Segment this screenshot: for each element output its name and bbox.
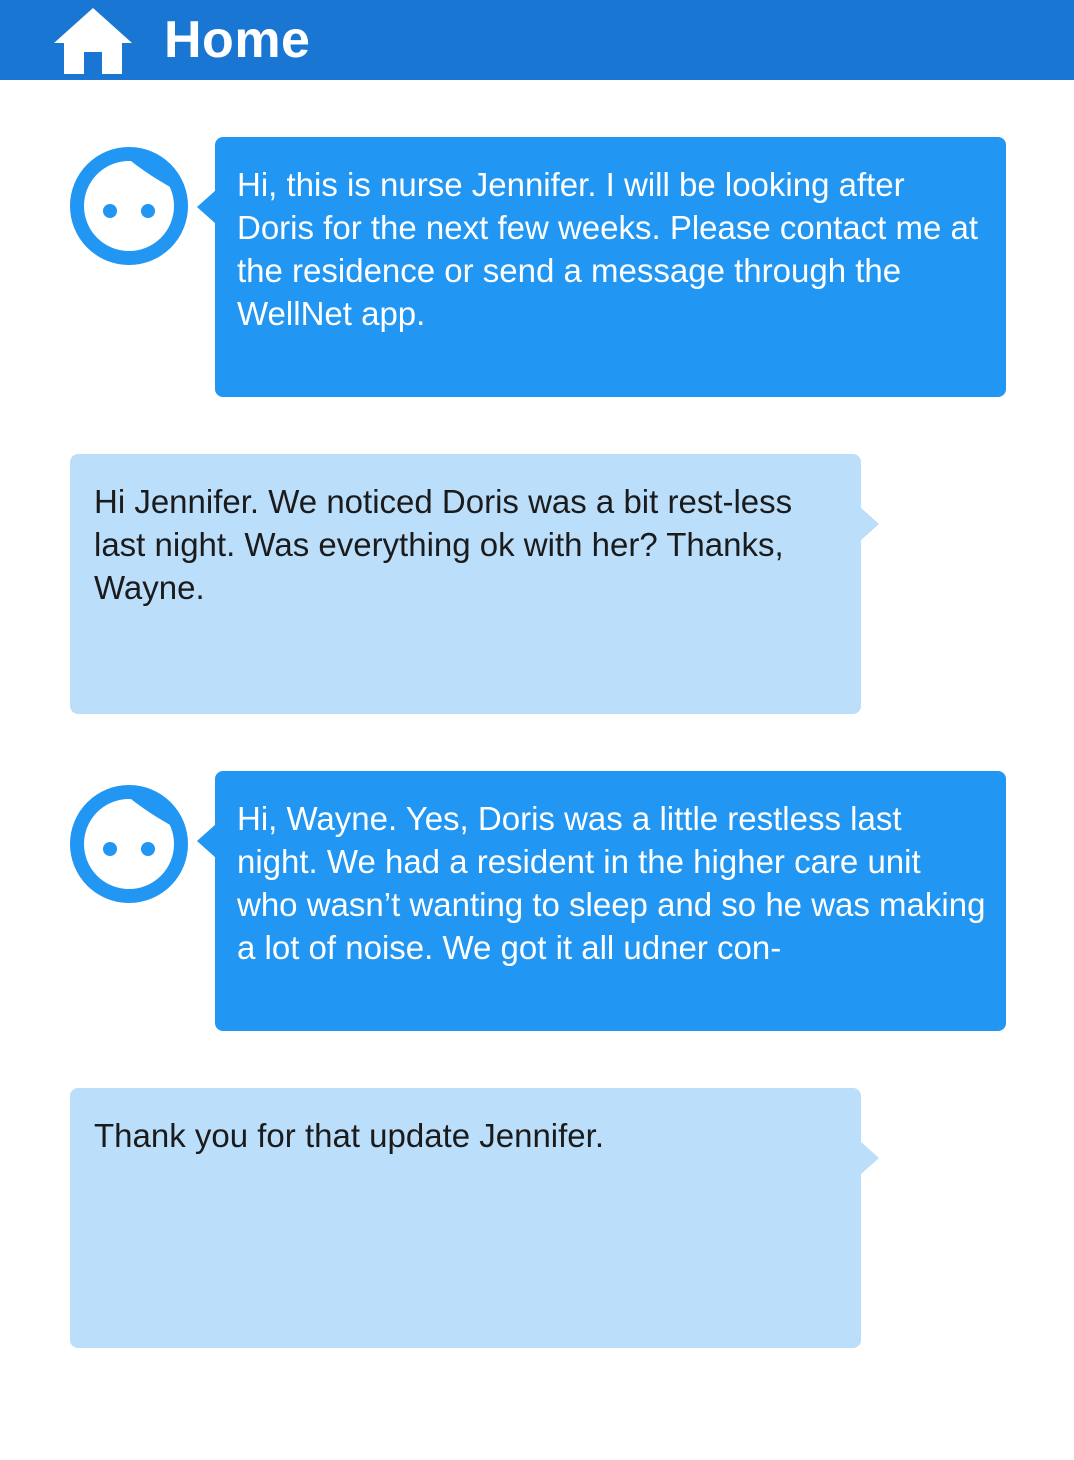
message-text: Hi, this is nurse Jennifer. I will be lo… bbox=[237, 166, 979, 332]
nurse-avatar-icon bbox=[70, 147, 188, 265]
message-text: Hi Jennifer. We noticed Doris was a bit … bbox=[94, 483, 793, 606]
message-text: Thank you for that update Jennifer. bbox=[94, 1117, 605, 1154]
page-title: Home bbox=[164, 11, 311, 69]
message-bubble-nurse: Hi, Wayne. Yes, Doris was a little restl… bbox=[197, 771, 1006, 1031]
message-bubble-nurse: Hi, this is nurse Jennifer. I will be lo… bbox=[197, 137, 1006, 397]
nurse-avatar-icon bbox=[70, 785, 188, 903]
app-header: Home bbox=[0, 0, 1074, 80]
message-bubble-family: Hi Jennifer. We noticed Doris was a bit … bbox=[70, 454, 879, 714]
message-text: Hi, Wayne. Yes, Doris was a little restl… bbox=[237, 800, 986, 966]
home-icon[interactable] bbox=[52, 6, 134, 76]
message-bubble-family: Thank you for that update Jennifer. bbox=[70, 1088, 879, 1348]
